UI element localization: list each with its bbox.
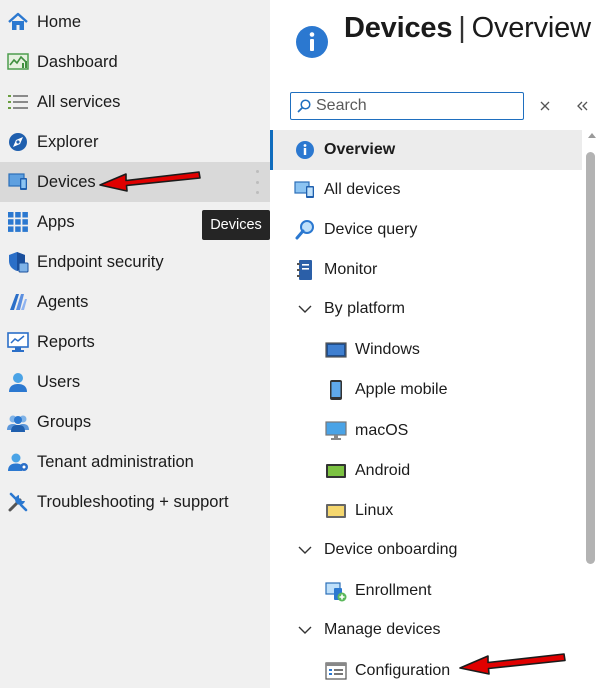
nav-item-groups[interactable]: Groups [0, 402, 270, 442]
endpoint-security-icon [6, 250, 30, 274]
menu-item-label: Device query [324, 221, 418, 238]
page-title-sub: Overview [471, 12, 591, 44]
linux-device-icon [325, 500, 347, 522]
menu-item-label: macOS [355, 422, 409, 439]
nav-item-label: Dashboard [37, 52, 118, 71]
close-icon [540, 101, 550, 111]
menu-item-label: Enrollment [355, 582, 432, 599]
apple-mobile-icon [325, 379, 347, 401]
scroll-up-arrow-icon[interactable] [588, 133, 596, 138]
all-services-icon [6, 90, 30, 114]
monitor-icon [294, 259, 316, 281]
chevron-down-icon [294, 298, 316, 320]
menu-item-device-query[interactable]: Device query [270, 210, 582, 250]
menu-item-label: Configuration [355, 662, 451, 679]
devices-icon [6, 170, 30, 194]
page-title-main: Devices [344, 12, 453, 44]
nav-item-reports[interactable]: Reports [0, 322, 270, 362]
menu-item-macos[interactable]: macOS [270, 411, 582, 451]
enrollment-icon [325, 580, 347, 602]
nav-item-explorer[interactable]: Explorer [0, 122, 270, 162]
all-devices-icon [294, 179, 316, 201]
users-icon [6, 370, 30, 394]
menu-item-label: All devices [324, 181, 401, 198]
group-label: Manage devices [324, 621, 441, 638]
menu-item-label: Windows [355, 341, 420, 358]
search-icon [297, 99, 311, 113]
more-options-icon[interactable] [254, 170, 260, 194]
nav-item-label: Devices [37, 172, 96, 191]
agents-icon [6, 290, 30, 314]
apps-icon [6, 210, 30, 234]
menu-item-apple-mobile[interactable]: Apple mobile [270, 370, 582, 410]
nav-item-label: Explorer [37, 132, 99, 151]
nav-item-label: Agents [37, 292, 89, 311]
nav-item-label: Home [37, 12, 82, 31]
macos-icon [325, 420, 347, 442]
nav-item-endpoint-security[interactable]: Endpoint security [0, 242, 270, 282]
group-device-onboarding[interactable]: Device onboarding [270, 530, 582, 570]
groups-icon [6, 410, 30, 434]
group-by-platform[interactable]: By platform [270, 289, 582, 329]
nav-item-troubleshooting-support[interactable]: Troubleshooting + support [0, 482, 270, 522]
group-label: Device onboarding [324, 541, 458, 558]
scrollbar-thumb[interactable] [586, 152, 595, 564]
double-chevron-left-icon [577, 101, 588, 111]
nav-item-agents[interactable]: Agents [0, 282, 270, 322]
annotation-arrow-configuration [459, 653, 566, 675]
page-title: Devices | Overview [344, 12, 591, 45]
home-icon [6, 10, 30, 34]
menu-item-windows[interactable]: Windows [270, 330, 582, 370]
nav-item-label: All services [37, 92, 121, 111]
chevron-down-icon [294, 539, 316, 561]
explorer-icon [6, 130, 30, 154]
nav-item-label: Users [37, 372, 81, 391]
nav-item-label: Endpoint security [37, 252, 164, 271]
left-navigation: Home Dashboard All services Explorer Dev… [0, 0, 270, 688]
nav-item-label: Tenant administration [37, 452, 194, 471]
menu-item-monitor[interactable]: Monitor [270, 250, 582, 290]
configuration-icon [325, 660, 347, 682]
nav-item-users[interactable]: Users [0, 362, 270, 402]
menu-item-label: Android [355, 462, 411, 479]
nav-item-tenant-administration[interactable]: Tenant administration [0, 442, 270, 482]
nav-item-all-services[interactable]: All services [0, 82, 270, 122]
search-input[interactable] [314, 97, 506, 115]
device-query-icon [294, 219, 316, 241]
tenant-admin-icon [6, 450, 30, 474]
info-icon [294, 139, 316, 161]
menu-item-label: Monitor [324, 261, 378, 278]
group-manage-devices[interactable]: Manage devices [270, 610, 582, 650]
nav-item-home[interactable]: Home [0, 2, 270, 42]
menu-item-enrollment[interactable]: Enrollment [270, 571, 582, 611]
nav-item-label: Apps [37, 212, 75, 231]
nav-item-label: Reports [37, 332, 95, 351]
group-label: By platform [324, 300, 405, 317]
troubleshooting-icon [6, 490, 30, 514]
android-device-icon [325, 460, 347, 482]
page-title-separator: | [458, 12, 466, 44]
menu-item-linux[interactable]: Linux [270, 491, 582, 531]
nav-item-dashboard[interactable]: Dashboard [0, 42, 270, 82]
menu-item-overview[interactable]: Overview [270, 130, 582, 170]
collapse-menu-button[interactable] [572, 97, 592, 115]
annotation-arrow-devices [99, 171, 201, 192]
reports-icon [6, 330, 30, 354]
chevron-down-icon [294, 619, 316, 641]
menu-item-label: Apple mobile [355, 381, 448, 398]
nav-item-label: Troubleshooting + support [37, 492, 229, 511]
info-icon [296, 26, 328, 58]
menu-item-label: Linux [355, 502, 394, 519]
tooltip-devices: Devices [202, 210, 270, 240]
devices-blade: Devices|Overview Overview All devices De… [270, 0, 600, 688]
menu-item-android[interactable]: Android [270, 451, 582, 491]
nav-item-label: Groups [37, 412, 92, 431]
menu-item-all-devices[interactable]: All devices [270, 170, 582, 210]
dashboard-icon [6, 50, 30, 74]
search-box[interactable] [290, 92, 524, 120]
clear-search-button[interactable] [536, 97, 554, 115]
menu-item-label: Overview [324, 141, 396, 158]
windows-device-icon [325, 339, 347, 361]
